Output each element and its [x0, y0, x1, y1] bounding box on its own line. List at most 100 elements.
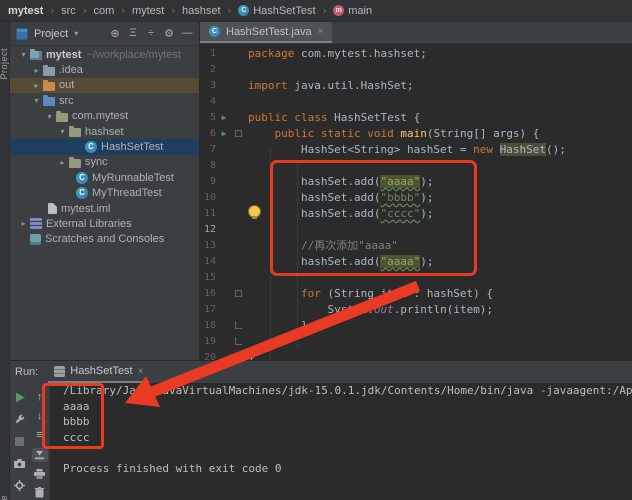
code-line-13[interactable]: 13 //再次添加"aaaa": [200, 238, 632, 254]
code-token: new: [473, 143, 500, 156]
run-toolbar-left: [10, 383, 30, 500]
settings-gear-button[interactable]: [12, 478, 28, 493]
code-text: }: [245, 334, 281, 350]
close-icon[interactable]: ×: [318, 26, 324, 37]
gutter-marker-slot: [216, 206, 232, 222]
soft-wrap-button[interactable]: ≡: [32, 428, 48, 442]
collapse-all-button[interactable]: ÷: [143, 27, 159, 40]
run-line-icon[interactable]: ▶: [216, 110, 232, 126]
tree-item-myrunnabletest[interactable]: C MyRunnableTest: [10, 170, 199, 185]
editor: C HashSetTest.java × 1 package com.mytest…: [200, 22, 632, 360]
breadcrumb-item-hashset[interactable]: hashset: [182, 5, 221, 17]
fold-marker-box[interactable]: [232, 126, 245, 142]
hide-panel-button[interactable]: —: [179, 27, 195, 40]
settings-gear-button[interactable]: ⚙: [161, 27, 177, 40]
breadcrumb-item-main[interactable]: m main: [333, 5, 372, 17]
down-stacktrace-button[interactable]: ↓: [32, 409, 48, 423]
tree-item-mytest[interactable]: ▾ mytest ~/workplace/mytest: [10, 47, 199, 62]
editor-tab-hashsettest[interactable]: C HashSetTest.java ×: [200, 22, 333, 43]
code-line-18[interactable]: 18 }: [200, 318, 632, 334]
code-line-5[interactable]: 5 ▶ public class HashSetTest {: [200, 110, 632, 126]
locate-button[interactable]: ⊕: [107, 27, 123, 40]
camera-icon: [14, 459, 25, 468]
print-button[interactable]: [32, 467, 48, 481]
code-line-20[interactable]: 20}: [200, 350, 632, 360]
bottom-toolwindow-button[interactable]: re: [0, 495, 9, 500]
clear-console-button[interactable]: [32, 486, 48, 500]
tree-item-external-libraries[interactable]: ▸ External Libraries: [10, 216, 199, 231]
code-line-10[interactable]: 10 hashSet.add("bbbb");: [200, 190, 632, 206]
code-area[interactable]: 1 package com.mytest.hashset; 2 3 import ja…: [200, 44, 632, 360]
breadcrumb-item-src[interactable]: src: [61, 5, 76, 17]
code-line-3[interactable]: 3 import java.util.HashSet;: [200, 78, 632, 94]
code-token: );: [420, 207, 434, 220]
chevron-down-icon[interactable]: ▾: [30, 96, 43, 105]
fold-marker-box[interactable]: [232, 286, 245, 302]
code-text: }: [245, 318, 308, 334]
fold-slot: [232, 62, 245, 78]
project-panel-title[interactable]: Project: [34, 28, 68, 40]
breadcrumb-item-mytest[interactable]: mytest: [132, 5, 164, 17]
tree-item-hashsettest[interactable]: C HashSetTest: [10, 139, 199, 155]
tree-item-com-mytest[interactable]: ▾ com.mytest: [10, 109, 199, 124]
run-tab-hashsettest[interactable]: HashSetTest ×: [48, 362, 150, 383]
chevron-down-icon[interactable]: ▾: [17, 50, 30, 59]
chevron-right-icon[interactable]: ▸: [17, 219, 30, 228]
code-line-14[interactable]: 14 hashSet.add("aaaa");: [200, 254, 632, 270]
code-line-11[interactable]: 11 hashSet.add("cccc");: [200, 206, 632, 222]
build-settings-button[interactable]: [12, 412, 28, 427]
code-token: (String item : hashSet) {: [320, 287, 494, 300]
code-line-19[interactable]: 19 }: [200, 334, 632, 350]
chevron-right-icon[interactable]: ▸: [30, 81, 43, 90]
chevron-down-icon[interactable]: ▾: [74, 29, 78, 38]
code-line-4[interactable]: 4: [200, 94, 632, 110]
project-toolwindow-button[interactable]: Project: [0, 48, 9, 80]
chevron-right-icon[interactable]: ▸: [30, 66, 43, 75]
arrow-up-icon: ↑: [36, 391, 43, 404]
code-line-16[interactable]: 16 for (String item : hashSet) {: [200, 286, 632, 302]
code-line-12[interactable]: 12: [200, 222, 632, 238]
rerun-button[interactable]: [12, 390, 28, 405]
code-line-1[interactable]: 1 package com.mytest.hashset;: [200, 46, 632, 62]
scroll-to-end-button[interactable]: [31, 447, 48, 462]
tree-item-label: mytest: [46, 48, 82, 61]
tree-item-sync[interactable]: ▸ sync: [10, 155, 199, 170]
tree-item--idea[interactable]: ▸ .idea: [10, 62, 199, 77]
line-number: 11: [203, 208, 216, 219]
screenshot-button[interactable]: [12, 456, 28, 471]
breadcrumb-item-hashsettest[interactable]: C HashSetTest: [238, 5, 316, 17]
code-line-6[interactable]: 6 ▶ public static void main(String[] args…: [200, 126, 632, 142]
code-line-9[interactable]: 9 hashSet.add("aaaa");: [200, 174, 632, 190]
chevron-down-icon[interactable]: ▾: [43, 112, 56, 121]
chevron-down-icon[interactable]: ▾: [56, 127, 69, 136]
code-text: hashSet.add("aaaa");: [245, 174, 433, 190]
stop-button[interactable]: [12, 434, 28, 449]
code-line-15[interactable]: 15: [200, 270, 632, 286]
expand-all-button[interactable]: Ξ: [125, 27, 141, 40]
code-line-2[interactable]: 2: [200, 62, 632, 78]
code-line-17[interactable]: 17 System.out.println(item);: [200, 302, 632, 318]
code-line-8[interactable]: 8: [200, 158, 632, 174]
gutter-marker-slot: [216, 142, 232, 158]
intention-bulb-icon[interactable]: [249, 206, 260, 219]
tree-item-hashset[interactable]: ▾ hashset: [10, 124, 199, 139]
tree-item-scratches-and-consoles[interactable]: Scratches and Consoles: [10, 232, 199, 247]
breadcrumb-item-com[interactable]: com: [93, 5, 114, 17]
tree-item-src[interactable]: ▾ src: [10, 93, 199, 108]
run-line-icon[interactable]: ▶: [216, 126, 232, 142]
code-text: for (String item : hashSet) {: [245, 286, 493, 302]
tree-item-out[interactable]: ▸ out: [10, 77, 199, 94]
fold-marker-end[interactable]: [232, 334, 245, 350]
breadcrumb-item-mytest[interactable]: mytest: [8, 5, 43, 17]
run-console[interactable]: /Library/Java/JavaVirtualMachines/jdk-15…: [50, 383, 632, 500]
tree-item-mythreadtest[interactable]: C MyThreadTest: [10, 186, 199, 201]
run-panel-header: Run: HashSetTest ×: [10, 361, 632, 383]
tree-item-mytest-iml[interactable]: mytest.iml: [10, 201, 199, 216]
code-line-7[interactable]: 7 HashSet<String> hashSet = new HashSet(…: [200, 142, 632, 158]
code-token: }: [248, 335, 282, 348]
up-stacktrace-button[interactable]: ↑: [32, 390, 48, 404]
close-icon[interactable]: ×: [138, 366, 144, 377]
code-token: hashSet.add(: [248, 207, 381, 220]
chevron-right-icon[interactable]: ▸: [56, 158, 69, 167]
fold-marker-end[interactable]: [232, 318, 245, 334]
